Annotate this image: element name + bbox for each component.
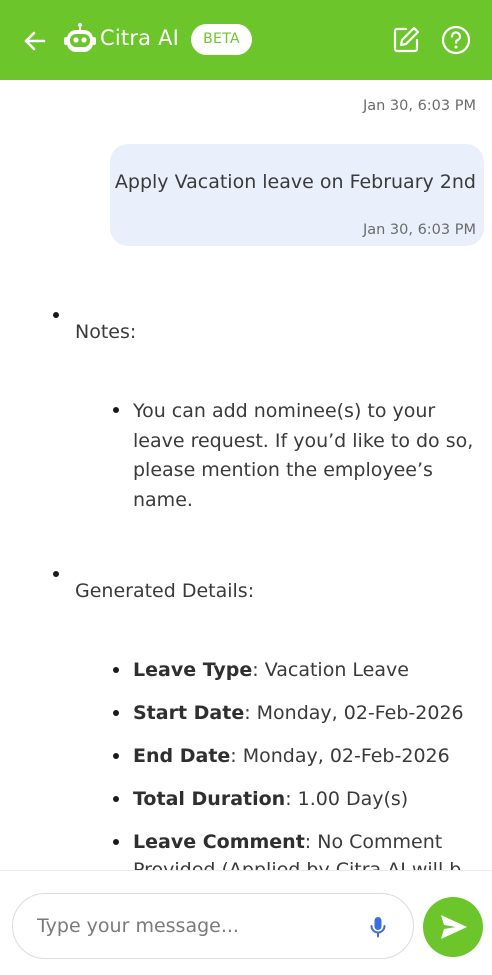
back-button[interactable] xyxy=(18,24,52,58)
beta-badge: BETA xyxy=(191,24,252,55)
chat-area[interactable]: Jan 30, 6:03 PM Apply Vacation leave on … xyxy=(0,80,492,870)
detail-label: Leave Comment xyxy=(133,831,305,853)
app-title: Citra AI xyxy=(100,26,180,50)
note-item-bullet xyxy=(113,407,119,413)
user-message-timestamp: Jan 30, 6:03 PM xyxy=(362,222,476,238)
detail-bullet xyxy=(113,667,119,673)
detail-label: Start Date xyxy=(133,702,245,724)
detail-bullet xyxy=(113,710,119,716)
details-bullet xyxy=(53,571,59,577)
edit-button[interactable] xyxy=(390,24,422,56)
detail-bullet xyxy=(113,796,119,802)
robot-icon xyxy=(62,22,98,58)
microphone-icon xyxy=(370,917,386,938)
detail-label: End Date xyxy=(133,745,231,767)
send-button[interactable] xyxy=(423,897,483,957)
message-timestamp: Jan 30, 6:03 PM xyxy=(362,98,476,114)
arrow-left-icon xyxy=(24,31,46,51)
message-composer xyxy=(0,870,492,975)
user-message-text: Apply Vacation leave on February 2nd xyxy=(114,171,476,193)
detail-start-date: Start Date: Monday, 02-Feb-2026 xyxy=(133,702,464,724)
details-label: Generated Details: xyxy=(75,580,255,602)
message-input[interactable] xyxy=(12,893,414,959)
notes-label: Notes: xyxy=(75,321,137,343)
detail-total-duration: Total Duration: 1.00 Day(s) xyxy=(133,788,408,810)
help-icon xyxy=(441,25,471,55)
edit-icon xyxy=(393,26,420,53)
user-message-bubble: Apply Vacation leave on February 2nd Jan… xyxy=(110,144,484,246)
detail-value: : 1.00 Day(s) xyxy=(285,788,409,810)
detail-value: : Monday, 02-Feb-2026 xyxy=(244,702,464,724)
detail-end-date: End Date: Monday, 02-Feb-2026 xyxy=(133,745,450,767)
app-header: Citra AI BETA xyxy=(0,0,492,80)
mic-button[interactable] xyxy=(362,911,394,943)
notes-bullet xyxy=(53,312,59,318)
detail-value: : Vacation Leave xyxy=(252,659,409,681)
help-button[interactable] xyxy=(440,24,472,56)
detail-leave-type: Leave Type: Vacation Leave xyxy=(133,659,409,681)
note-item-text: You can add nominee(s) to your leave req… xyxy=(133,400,474,511)
detail-bullet xyxy=(113,839,119,845)
detail-leave-comment: Leave Comment: No Comment xyxy=(133,831,442,853)
send-icon xyxy=(441,915,467,939)
detail-label: Leave Type xyxy=(133,659,253,681)
detail-label: Total Duration xyxy=(133,788,286,810)
detail-value: : No Comment xyxy=(304,831,443,853)
detail-bullet xyxy=(113,753,119,759)
detail-value: : Monday, 02-Feb-2026 xyxy=(230,745,450,767)
detail-comment-continued: Provided (Applied by Citra AI will b xyxy=(133,859,462,870)
